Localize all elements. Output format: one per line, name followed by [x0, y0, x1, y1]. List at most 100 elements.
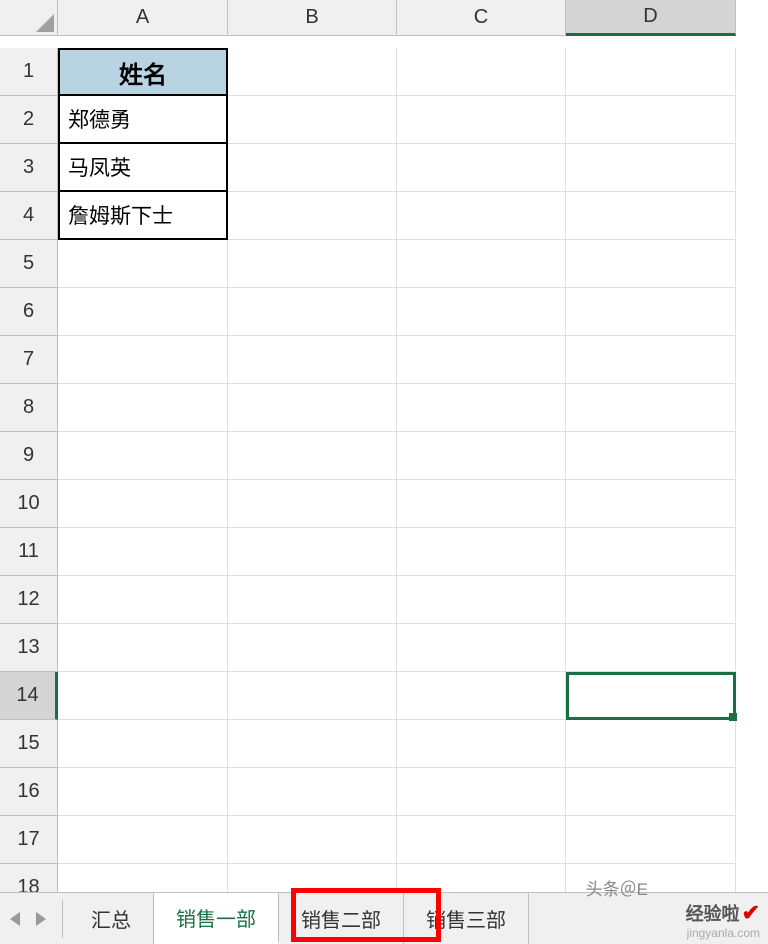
row-header-2[interactable]: 2 — [0, 96, 58, 144]
cell-b9[interactable] — [228, 432, 397, 480]
cell-a18[interactable] — [58, 864, 228, 892]
cell-b14[interactable] — [228, 672, 397, 720]
cell-b2[interactable] — [228, 96, 397, 144]
cell-d8[interactable] — [566, 384, 736, 432]
cell-a1[interactable]: 姓名 — [58, 48, 228, 96]
cell-a6[interactable] — [58, 288, 228, 336]
col-header-a[interactable]: A — [58, 0, 228, 36]
sheet-tab-sales1[interactable]: 销售一部 — [154, 893, 279, 944]
cell-b12[interactable] — [228, 576, 397, 624]
row-header-5[interactable]: 5 — [0, 240, 58, 288]
cell-a16[interactable] — [58, 768, 228, 816]
cell-d15[interactable] — [566, 720, 736, 768]
row-header-11[interactable]: 11 — [0, 528, 58, 576]
row-header-7[interactable]: 7 — [0, 336, 58, 384]
cell-b3[interactable] — [228, 144, 397, 192]
cell-b16[interactable] — [228, 768, 397, 816]
cell-b10[interactable] — [228, 480, 397, 528]
cell-b18[interactable] — [228, 864, 397, 892]
row-header-9[interactable]: 9 — [0, 432, 58, 480]
cell-d13[interactable] — [566, 624, 736, 672]
cell-c17[interactable] — [397, 816, 566, 864]
cell-c7[interactable] — [397, 336, 566, 384]
row-header-12[interactable]: 12 — [0, 576, 58, 624]
row-header-17[interactable]: 17 — [0, 816, 58, 864]
cell-d10[interactable] — [566, 480, 736, 528]
row-header-8[interactable]: 8 — [0, 384, 58, 432]
cell-c1[interactable] — [397, 48, 566, 96]
cell-c5[interactable] — [397, 240, 566, 288]
cell-c18[interactable] — [397, 864, 566, 892]
cell-b8[interactable] — [228, 384, 397, 432]
cell-c9[interactable] — [397, 432, 566, 480]
cell-d1[interactable] — [566, 48, 736, 96]
cell-d3[interactable] — [566, 144, 736, 192]
row-header-6[interactable]: 6 — [0, 288, 58, 336]
cell-d11[interactable] — [566, 528, 736, 576]
col-header-d[interactable]: D — [566, 0, 736, 36]
cell-c10[interactable] — [397, 480, 566, 528]
cell-b17[interactable] — [228, 816, 397, 864]
cell-a3[interactable]: 马凤英 — [58, 144, 228, 192]
cell-a10[interactable] — [58, 480, 228, 528]
row-header-18[interactable]: 18 — [0, 864, 58, 892]
select-all-corner[interactable] — [0, 0, 58, 36]
cell-b13[interactable] — [228, 624, 397, 672]
cell-b11[interactable] — [228, 528, 397, 576]
row-header-13[interactable]: 13 — [0, 624, 58, 672]
sheet-tab-sales3[interactable]: 销售三部 — [404, 893, 529, 944]
cell-d2[interactable] — [566, 96, 736, 144]
row-header-15[interactable]: 15 — [0, 720, 58, 768]
cell-d5[interactable] — [566, 240, 736, 288]
cell-d7[interactable] — [566, 336, 736, 384]
cell-a17[interactable] — [58, 816, 228, 864]
cell-a15[interactable] — [58, 720, 228, 768]
cell-c12[interactable] — [397, 576, 566, 624]
cell-a5[interactable] — [58, 240, 228, 288]
cell-a7[interactable] — [58, 336, 228, 384]
cell-a9[interactable] — [58, 432, 228, 480]
cell-b4[interactable] — [228, 192, 397, 240]
cell-b15[interactable] — [228, 720, 397, 768]
cell-d4[interactable] — [566, 192, 736, 240]
tab-scroll-right[interactable] — [34, 912, 48, 926]
cell-a13[interactable] — [58, 624, 228, 672]
cell-b6[interactable] — [228, 288, 397, 336]
cell-c3[interactable] — [397, 144, 566, 192]
row-header-16[interactable]: 16 — [0, 768, 58, 816]
cell-c15[interactable] — [397, 720, 566, 768]
cell-a2[interactable]: 郑德勇 — [58, 96, 228, 144]
cell-c16[interactable] — [397, 768, 566, 816]
cell-d16[interactable] — [566, 768, 736, 816]
cell-d6[interactable] — [566, 288, 736, 336]
row-header-3[interactable]: 3 — [0, 144, 58, 192]
cell-c8[interactable] — [397, 384, 566, 432]
sheet-tab-summary[interactable]: 汇总 — [69, 893, 154, 944]
sheet-tab-sales2[interactable]: 销售二部 — [279, 893, 404, 944]
cell-a12[interactable] — [58, 576, 228, 624]
cell-d17[interactable] — [566, 816, 736, 864]
cell-a8[interactable] — [58, 384, 228, 432]
cell-a11[interactable] — [58, 528, 228, 576]
col-header-b[interactable]: B — [228, 0, 397, 36]
cell-c6[interactable] — [397, 288, 566, 336]
cell-b5[interactable] — [228, 240, 397, 288]
row-header-14[interactable]: 14 — [0, 672, 58, 720]
row-header-4[interactable]: 4 — [0, 192, 58, 240]
cell-a14[interactable] — [58, 672, 228, 720]
cell-d9[interactable] — [566, 432, 736, 480]
row-header-10[interactable]: 10 — [0, 480, 58, 528]
cell-b1[interactable] — [228, 48, 397, 96]
cell-c2[interactable] — [397, 96, 566, 144]
cell-c4[interactable] — [397, 192, 566, 240]
cell-c11[interactable] — [397, 528, 566, 576]
cell-a4[interactable]: 詹姆斯下士 — [58, 192, 228, 240]
cell-d14[interactable] — [566, 672, 736, 720]
cell-c13[interactable] — [397, 624, 566, 672]
col-header-c[interactable]: C — [397, 0, 566, 36]
cell-d12[interactable] — [566, 576, 736, 624]
cell-c14[interactable] — [397, 672, 566, 720]
row-header-1[interactable]: 1 — [0, 48, 58, 96]
tab-scroll-left[interactable] — [8, 912, 22, 926]
cell-b7[interactable] — [228, 336, 397, 384]
